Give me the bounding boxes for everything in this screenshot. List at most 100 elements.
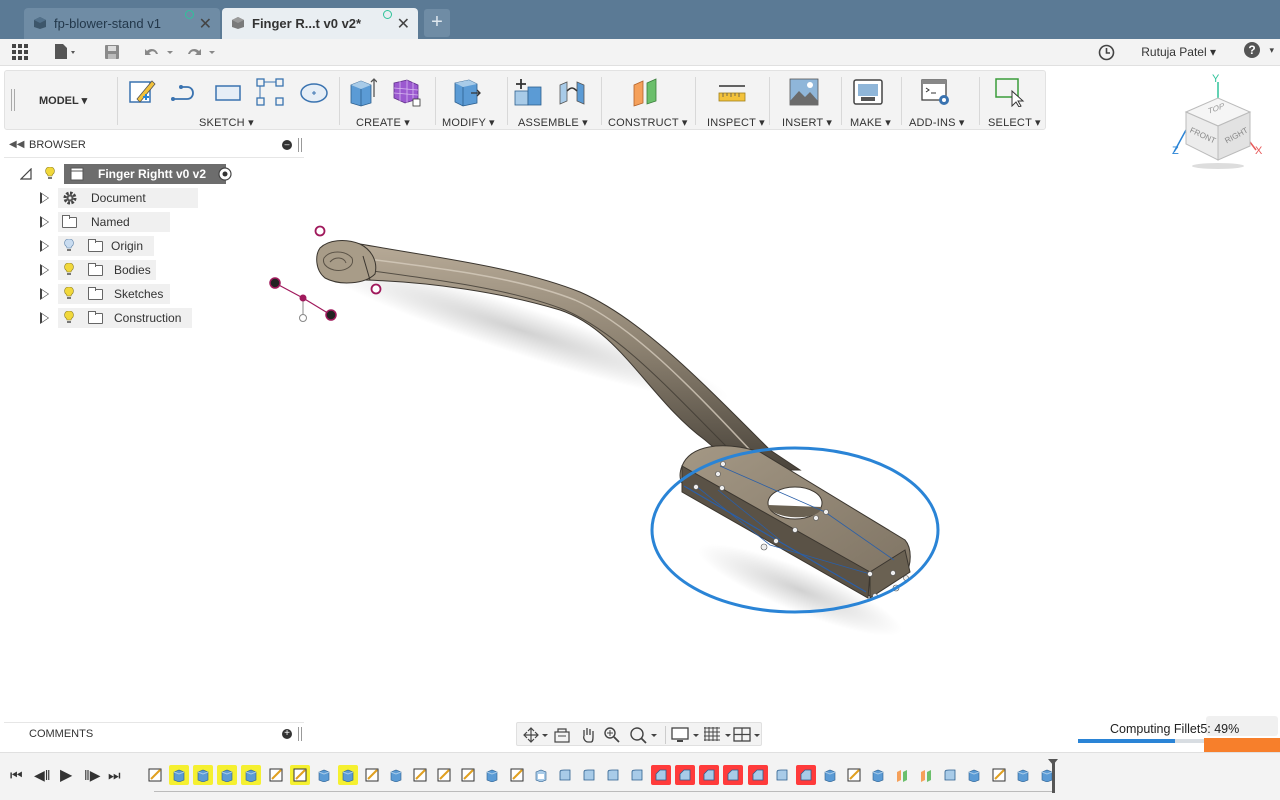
timeline-feature-extrude[interactable] <box>169 765 190 785</box>
visibility-bulb-icon[interactable] <box>64 287 74 300</box>
timeline-feature-chamfer[interactable] <box>651 765 672 785</box>
node-label-bodies[interactable]: Bodies <box>58 260 156 280</box>
timeline-prev-icon[interactable]: ◀‖ <box>34 767 51 784</box>
node-label-origin[interactable]: Origin <box>58 236 154 256</box>
help-icon[interactable]: ? <box>1244 42 1260 58</box>
panel-pin-icon[interactable] <box>298 138 302 152</box>
timeline-feature-sketch[interactable] <box>289 765 310 785</box>
timeline-feature-extrude[interactable] <box>241 765 262 785</box>
pan-hand-icon[interactable] <box>579 726 597 744</box>
pattern-icon[interactable] <box>255 77 285 107</box>
expand-arrow-icon[interactable] <box>40 312 49 324</box>
timeline-feature-shell[interactable] <box>531 765 551 785</box>
browser-node-named-views[interactable]: Named Views <box>38 212 178 249</box>
timeline-feature-chamfer[interactable] <box>795 765 816 785</box>
3d-print-icon[interactable] <box>853 77 883 107</box>
close-icon[interactable]: ✕ <box>199 14 212 34</box>
redo-icon[interactable] <box>186 44 218 60</box>
add-ins-menu[interactable]: ADD-INS ▾ <box>909 116 965 129</box>
toolbar-grip[interactable] <box>11 89 15 111</box>
timeline-feature-sketch[interactable] <box>410 765 430 785</box>
minimize-icon[interactable]: – <box>282 140 292 150</box>
zoom-icon[interactable] <box>603 726 621 744</box>
timeline-next-icon[interactable]: ‖▶ <box>84 767 101 784</box>
timeline-feature-extrude[interactable] <box>820 765 840 785</box>
measure-icon[interactable] <box>717 77 747 107</box>
rectangle-icon[interactable] <box>213 77 243 107</box>
timeline-first-icon[interactable]: ⏮ <box>10 767 23 784</box>
expand-arrow-icon[interactable] <box>40 192 49 204</box>
joint-icon[interactable] <box>557 77 587 107</box>
activate-radio-icon[interactable] <box>218 167 232 181</box>
visibility-bulb-off-icon[interactable] <box>64 239 74 252</box>
timeline-feature-plane[interactable] <box>892 765 912 785</box>
select-menu[interactable]: SELECT ▾ <box>988 116 1041 129</box>
node-label-sketches[interactable]: Sketches <box>58 284 170 304</box>
timeline-feature-sketch[interactable] <box>507 765 527 785</box>
timeline-feature-sketch[interactable] <box>362 765 382 785</box>
form-icon[interactable] <box>391 77 421 107</box>
timeline-feature-extrude[interactable] <box>482 765 502 785</box>
insert-image-icon[interactable] <box>789 77 819 107</box>
expand-arrow-icon[interactable] <box>40 288 49 300</box>
browser-node-document-settings[interactable]: Document Settings <box>38 188 208 225</box>
timeline-feature-chamfer[interactable] <box>675 765 696 785</box>
data-panel-grid-icon[interactable] <box>12 44 29 61</box>
browser-node-construction[interactable]: Construction <box>38 308 198 328</box>
timeline-feature-fillet[interactable] <box>772 765 792 785</box>
timeline-feature-sketch[interactable] <box>844 765 864 785</box>
finger-arm-body[interactable] <box>317 240 802 471</box>
timeline-feature-extrude[interactable] <box>386 765 406 785</box>
create-sketch-icon[interactable] <box>127 77 157 107</box>
timeline-feature-extrude[interactable] <box>193 765 214 785</box>
tab-fp-blower-stand[interactable]: fp-blower-stand v1 ✕ <box>24 8 220 39</box>
sketch-manipulator[interactable] <box>269 225 382 322</box>
timeline-feature-fillet[interactable] <box>579 765 599 785</box>
timeline-feature-sketch[interactable] <box>266 765 286 785</box>
workspace-switcher[interactable]: MODEL ▾ <box>39 94 87 107</box>
collapse-panel-icon[interactable]: ◀◀ <box>9 139 24 150</box>
new-tab-button[interactable]: + <box>424 9 450 37</box>
offset-plane-icon[interactable] <box>631 77 661 107</box>
finger-tip[interactable] <box>316 240 377 284</box>
browser-node-origin[interactable]: Origin <box>38 236 158 256</box>
make-menu[interactable]: MAKE ▾ <box>850 116 891 129</box>
extrude-icon[interactable] <box>347 77 377 107</box>
select-icon[interactable] <box>995 77 1025 107</box>
timeline-play-icon[interactable]: ▶ <box>60 765 72 785</box>
expand-arrow-icon[interactable] <box>40 216 49 228</box>
display-settings-icon[interactable] <box>671 726 701 744</box>
file-menu-icon[interactable] <box>53 43 79 61</box>
timeline-feature-sketch[interactable] <box>458 765 478 785</box>
timeline-feature-extrude[interactable] <box>217 765 238 785</box>
look-at-icon[interactable] <box>553 727 571 743</box>
timeline-feature-fillet[interactable] <box>603 765 623 785</box>
fit-zoom-icon[interactable] <box>629 726 659 744</box>
construct-menu[interactable]: CONSTRUCT ▾ <box>608 116 688 129</box>
node-label-construction[interactable]: Construction <box>58 308 192 328</box>
visibility-bulb-icon[interactable] <box>45 167 55 180</box>
browser-root-node[interactable]: Finger Rightt v0 v2 <box>18 164 248 184</box>
expand-arrow-icon[interactable] <box>40 240 49 252</box>
timeline-feature-chamfer[interactable] <box>747 765 768 785</box>
timeline-feature-chamfer[interactable] <box>699 765 720 785</box>
expand-arrow-icon[interactable] <box>40 264 49 276</box>
orbit-icon[interactable] <box>523 727 549 743</box>
timeline-feature-sketch[interactable] <box>434 765 454 785</box>
scripts-icon[interactable] <box>921 77 951 107</box>
panel-pin-icon[interactable] <box>298 727 302 741</box>
timeline-feature-fillet[interactable] <box>627 765 647 785</box>
mount-hole[interactable] <box>767 486 823 520</box>
save-icon[interactable] <box>104 44 120 60</box>
grid-settings-icon[interactable] <box>703 726 733 744</box>
collapse-triangle-icon[interactable] <box>20 168 32 180</box>
new-component-icon[interactable] <box>513 77 543 107</box>
timeline-feature-fillet[interactable] <box>555 765 575 785</box>
inspect-menu[interactable]: INSPECT ▾ <box>707 116 765 129</box>
insert-menu[interactable]: INSERT ▾ <box>782 116 832 129</box>
visibility-bulb-icon[interactable] <box>64 311 74 324</box>
help-dropdown-icon[interactable]: ▾ <box>1269 45 1274 56</box>
visibility-bulb-icon[interactable] <box>64 263 74 276</box>
timeline-last-icon[interactable]: ⏭ <box>108 767 121 784</box>
node-label-document-settings[interactable]: Document Settings <box>58 188 198 225</box>
